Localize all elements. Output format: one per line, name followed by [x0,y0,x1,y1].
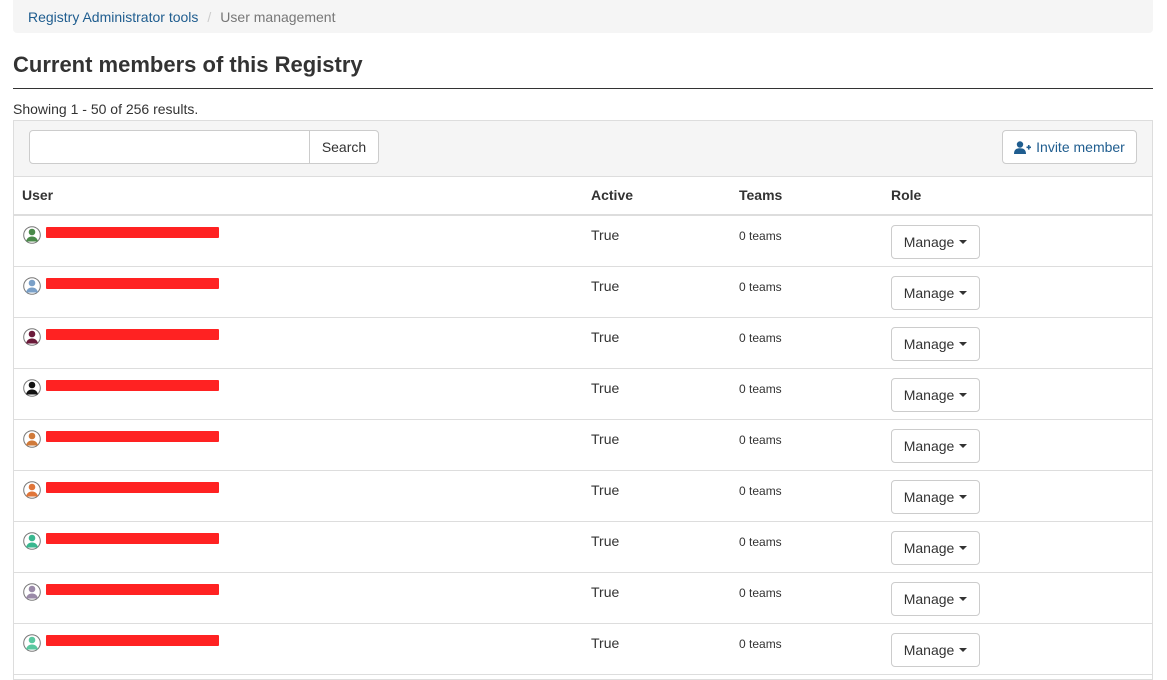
table-row: True 0 teams Manage [14,267,1152,318]
breadcrumb-current: User management [220,8,336,25]
team-count: 0 teams [739,382,782,396]
search-input[interactable] [29,130,310,164]
caret-down-icon [959,444,968,448]
user-link-redacted[interactable] [46,533,219,544]
caret-down-icon [959,546,968,550]
team-count: 0 teams [739,280,782,294]
caret-down-icon [959,342,968,346]
table-row: True 0 teams Manage [14,471,1152,522]
table-header: User Active Teams Role [14,177,1152,216]
active-status: True [591,533,620,549]
caret-down-icon [959,291,968,295]
user-link-redacted[interactable] [46,584,219,595]
table-row: True 0 teams Manage [14,420,1152,471]
manage-role-button[interactable]: Manage [891,327,980,361]
active-status: True [591,278,620,294]
caret-down-icon [959,240,968,244]
invite-member-label: Invite member [1036,139,1125,155]
team-count: 0 teams [739,484,782,498]
caret-down-icon [959,495,968,499]
active-status: True [591,635,620,651]
active-status: True [591,227,620,243]
title-divider [13,88,1153,89]
manage-role-button[interactable]: Manage [891,429,980,463]
table-row: True 0 teams Manage [14,573,1152,624]
table-row: True 0 teams Manage [14,216,1152,267]
table-row: True 0 teams Manage [14,318,1152,369]
results-count: Showing 1 - 50 of 256 results. [13,101,199,117]
user-plus-icon [1014,140,1032,154]
manage-role-button[interactable]: Manage [891,531,980,565]
avatar-icon [23,430,41,448]
user-link-redacted[interactable] [46,380,219,391]
column-header-teams: Teams [739,187,783,203]
manage-role-button[interactable]: Manage [891,582,980,616]
user-link-redacted[interactable] [46,227,219,238]
members-toolbar: Search Invite member [14,121,1152,177]
page-title: Current members of this Registry [13,52,363,77]
table-row: True 0 teams Manage [14,522,1152,573]
avatar-icon [23,379,41,397]
manage-role-button[interactable]: Manage [891,225,980,259]
manage-role-button[interactable]: Manage [891,480,980,514]
user-link-redacted[interactable] [46,431,219,442]
breadcrumb: Registry Administrator tools / User mana… [13,0,1153,33]
team-count: 0 teams [739,331,782,345]
user-link-redacted[interactable] [46,329,219,340]
active-status: True [591,329,620,345]
breadcrumb-link-admin-tools[interactable]: Registry Administrator tools [28,9,198,25]
active-status: True [591,482,620,498]
invite-member-button[interactable]: Invite member [1002,130,1137,164]
user-link-redacted[interactable] [46,278,219,289]
avatar-icon [23,226,41,244]
active-status: True [591,584,620,600]
column-header-role: Role [891,187,922,203]
manage-label: Manage [903,540,955,556]
user-link-redacted[interactable] [46,635,219,646]
manage-label: Manage [903,336,955,352]
manage-label: Manage [903,591,955,607]
search-button[interactable]: Search [309,130,379,164]
avatar-icon [23,277,41,295]
manage-label: Manage [903,285,955,301]
table-row: True 0 teams Manage [14,624,1152,675]
active-status: True [591,431,620,447]
manage-role-button[interactable]: Manage [891,276,980,310]
active-status: True [591,380,620,396]
caret-down-icon [959,648,968,652]
table-row: True 0 teams Manage [14,369,1152,420]
manage-label: Manage [903,438,955,454]
breadcrumb-separator: / [207,8,212,25]
members-table-body: True 0 teams Manage True 0 teams Manage True 0 … [14,216,1152,675]
avatar-icon [23,634,41,652]
manage-label: Manage [903,489,955,505]
manage-label: Manage [903,234,955,250]
avatar-icon [23,583,41,601]
user-link-redacted[interactable] [46,482,219,493]
manage-label: Manage [903,642,955,658]
manage-role-button[interactable]: Manage [891,378,980,412]
team-count: 0 teams [739,586,782,600]
team-count: 0 teams [739,535,782,549]
avatar-icon [23,532,41,550]
column-header-user: User [22,187,54,203]
avatar-icon [23,328,41,346]
manage-label: Manage [903,387,955,403]
caret-down-icon [959,393,968,397]
avatar-icon [23,481,41,499]
team-count: 0 teams [739,433,782,447]
caret-down-icon [959,597,968,601]
members-panel: Search Invite member User Active Teams R… [13,120,1153,680]
team-count: 0 teams [739,229,782,243]
team-count: 0 teams [739,637,782,651]
manage-role-button[interactable]: Manage [891,633,980,667]
column-header-active: Active [591,187,634,203]
